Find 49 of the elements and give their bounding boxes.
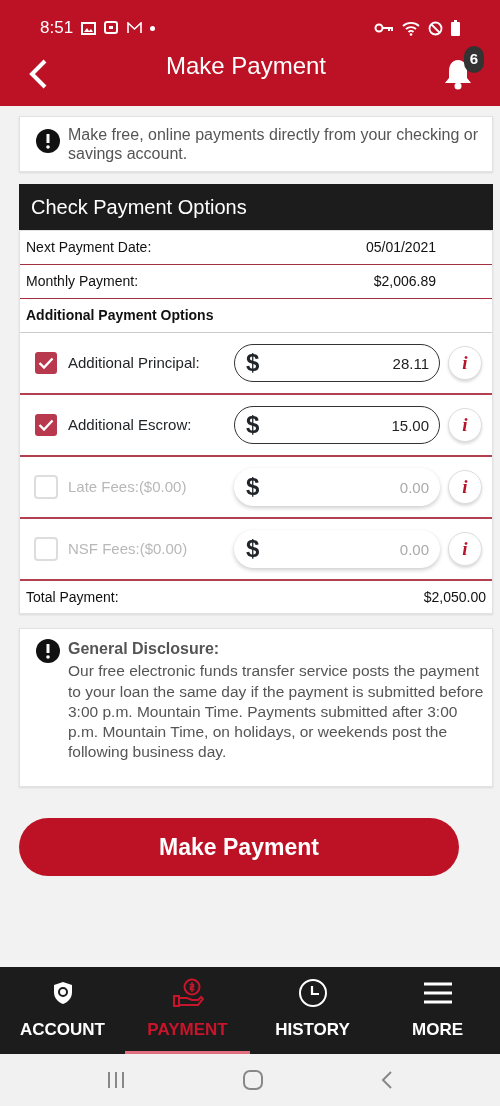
option-label: Additional Principal:: [68, 353, 201, 374]
alert-icon: [36, 129, 60, 153]
blocked-icon: [428, 20, 443, 36]
coin-hand-icon: [171, 978, 204, 1008]
row-value: $2,006.89: [373, 272, 436, 292]
wifi-icon: [402, 20, 420, 36]
disclosure-title: General Disclosure:: [68, 639, 221, 660]
battery-icon: [451, 20, 460, 36]
recent-apps-icon[interactable]: [106, 1071, 126, 1089]
currency-symbol: $: [246, 472, 260, 503]
row-value: 05/01/2021: [365, 238, 436, 258]
nav-tab[interactable]: ACCOUNT: [0, 967, 125, 1054]
currency-symbol: $: [246, 534, 260, 565]
nav-tab[interactable]: HISTORY: [250, 967, 375, 1054]
option-label: NSF Fees:($0.00): [68, 539, 189, 560]
currency-symbol: $: [246, 348, 260, 379]
app-icon: [104, 20, 120, 36]
back-icon[interactable]: [28, 58, 48, 90]
back-icon[interactable]: [380, 1070, 394, 1090]
checkbox[interactable]: [34, 413, 58, 438]
home-icon[interactable]: [242, 1069, 264, 1091]
alert-icon: [36, 639, 60, 664]
info-button[interactable]: i: [448, 408, 482, 443]
disclosure-text: Our free electronic funds transfer service posts the payment to your loan the same day if the payment is submitted before 3:00 p.m. Mountain Time. Payments submitted after 3:00 p.m. Mountain Time, on holidays, or weekends post the following business day.: [68, 661, 484, 762]
shield-icon: [51, 981, 74, 1005]
notice-text: Make free, online payments directly from your checking or savings account.: [68, 125, 479, 164]
row-label: Next Payment Date:: [26, 238, 152, 258]
notification-badge: 6: [463, 46, 484, 73]
total-value: $2,050.00: [423, 587, 486, 607]
row-label: Monthly Payment:: [26, 272, 139, 292]
total-label: Total Payment:: [26, 587, 119, 607]
clock-icon: [297, 978, 328, 1008]
option-label: Additional Escrow:: [68, 415, 193, 436]
nav-tab[interactable]: MORE: [375, 967, 500, 1054]
checkbox[interactable]: [34, 351, 58, 376]
info-button[interactable]: i: [448, 346, 482, 381]
menu-icon: [422, 981, 453, 1005]
mail-icon: [127, 22, 143, 34]
option-label: Late Fees:($0.00): [68, 477, 188, 498]
make-payment-button[interactable]: Make Payment: [19, 818, 459, 876]
options-heading: Additional Payment Options: [26, 306, 214, 326]
image-icon: [81, 21, 97, 35]
section-header: Check Payment Options: [19, 184, 493, 231]
key-icon: [374, 23, 394, 33]
status-time: 8:51: [40, 17, 74, 40]
page-title: Make Payment: [165, 52, 327, 79]
dot-icon: [150, 25, 156, 31]
bell-icon[interactable]: [444, 58, 472, 90]
currency-symbol: $: [246, 410, 260, 441]
